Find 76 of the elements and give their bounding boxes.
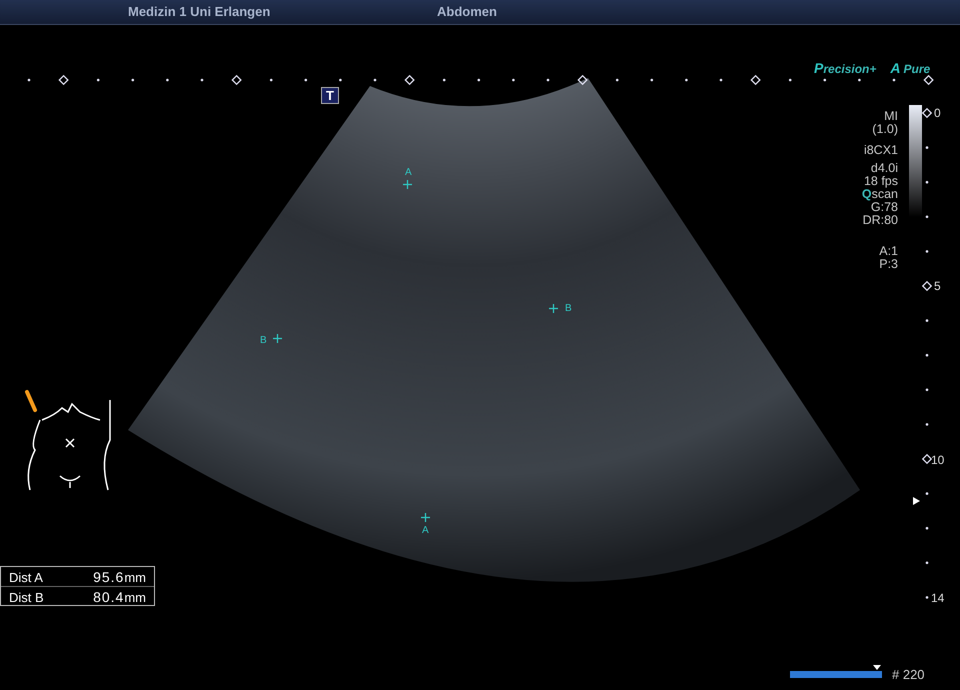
depth-label: 14 — [931, 591, 944, 605]
depth-diamond — [922, 454, 932, 464]
depth-label: 0 — [934, 106, 941, 120]
parameter-text: DR:80 — [862, 214, 898, 227]
ruler-dot — [858, 78, 861, 82]
parameter-text: i8CX1 — [864, 144, 898, 157]
ruler-diamond — [231, 74, 242, 86]
ruler-dot — [442, 78, 446, 82]
parameter-text: MI — [884, 110, 898, 123]
caliper-label: A — [422, 526, 429, 536]
ruler-dot — [166, 78, 169, 82]
ruler-dot — [132, 78, 134, 82]
ruler-dot — [304, 78, 308, 82]
depth-dot — [926, 562, 928, 564]
depth-dot — [926, 180, 928, 184]
caliper-cross-icon[interactable] — [403, 180, 412, 189]
depth-dot — [926, 388, 928, 392]
ruler-dot — [616, 78, 618, 82]
parameter-text: P:3 — [879, 258, 898, 271]
ruler-dot — [892, 78, 896, 82]
depth-label: 10 — [931, 453, 944, 467]
institution-name: Medizin 1 Uni Erlangen — [128, 3, 272, 22]
depth-dot — [926, 423, 928, 426]
caliper-cross-icon[interactable] — [273, 334, 282, 343]
ruler-dot — [720, 78, 722, 82]
exam-name: Abdomen — [437, 3, 497, 22]
ruler-dot — [685, 78, 688, 82]
ruler-diamond — [58, 74, 69, 86]
ruler-dot — [270, 78, 272, 82]
caliper-label: A — [405, 168, 412, 178]
depth-diamond — [922, 280, 932, 292]
depth-dot — [926, 354, 928, 356]
vendor-label: Precision+ — [814, 61, 876, 76]
measurement-name: Dist B — [9, 589, 44, 607]
ruler-dot — [28, 78, 30, 82]
depth-dot — [926, 250, 928, 253]
ruler-dot — [96, 78, 100, 82]
ruler-diamond — [750, 74, 761, 86]
parameter-text: G:78 — [870, 201, 898, 214]
caliper-cross-icon[interactable] — [549, 304, 558, 313]
parameter-text: Qscan — [862, 188, 898, 201]
ruler-dot — [374, 78, 376, 82]
vendor-label: A Pure — [890, 61, 930, 76]
parameter-text: d4.0i — [870, 162, 898, 175]
depth-dot — [926, 526, 928, 530]
depth-dot — [926, 596, 928, 599]
depth-dot — [926, 319, 928, 322]
ruler-dot — [788, 78, 792, 82]
parameter-text: (1.0) — [872, 123, 898, 136]
caliper-label: B — [260, 336, 267, 346]
depth-diamond — [922, 108, 932, 118]
cine-marker-icon[interactable] — [873, 665, 882, 670]
caliper-cross-icon[interactable] — [421, 513, 430, 522]
frame-number: # 220 — [892, 666, 925, 684]
t-marker-button[interactable]: T — [321, 87, 339, 104]
ruler-dot — [650, 78, 654, 82]
measurement-value: 80.4mm — [93, 588, 146, 607]
caliper-label: B — [565, 304, 572, 314]
parameter-text: 18 fps — [864, 175, 898, 188]
ruler-diamond — [923, 74, 934, 86]
depth-label: 5 — [934, 279, 941, 293]
ruler-dot — [512, 78, 515, 82]
ruler-diamond — [577, 74, 588, 86]
measurement-name: Dist A — [9, 569, 43, 587]
ruler-dot — [824, 78, 826, 82]
parameter-text: A:1 — [879, 245, 898, 258]
ruler-diamond — [404, 74, 415, 86]
ruler-dot — [478, 78, 480, 82]
depth-dot — [926, 216, 928, 218]
depth-dot — [926, 492, 928, 495]
ruler-dot — [200, 78, 204, 82]
ruler-dot — [546, 78, 550, 82]
ruler-dot — [339, 78, 342, 82]
measurement-value: 95.6mm — [93, 568, 146, 587]
depth-dot — [926, 146, 928, 149]
focus-marker-icon — [913, 497, 920, 505]
